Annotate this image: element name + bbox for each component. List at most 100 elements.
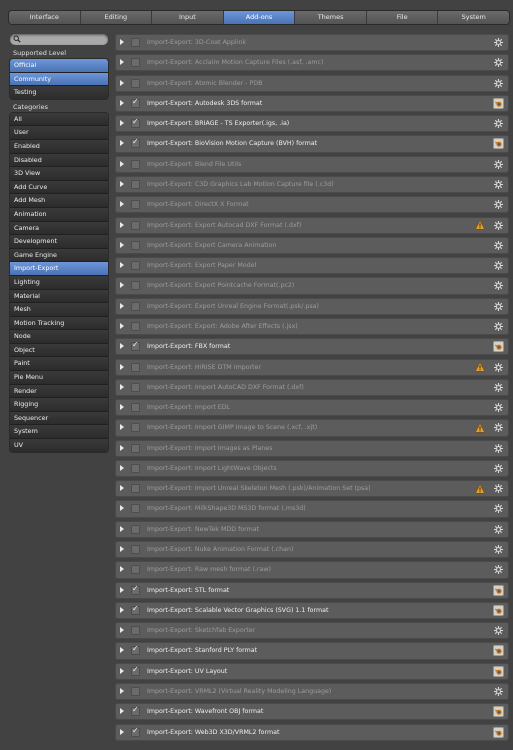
category-all[interactable]: All (10, 112, 108, 127)
enable-checkbox[interactable] (131, 200, 140, 210)
expand-triangle-icon[interactable] (120, 404, 124, 411)
category-development[interactable]: Development (10, 235, 108, 249)
expand-triangle-icon[interactable] (120, 99, 124, 106)
expand-triangle-icon[interactable] (120, 546, 124, 553)
enable-checkbox[interactable] (131, 687, 140, 696)
enable-checkbox[interactable] (131, 281, 140, 291)
enable-checkbox[interactable] (131, 443, 140, 453)
enable-checkbox[interactable] (131, 626, 140, 636)
category-add-mesh[interactable]: Add Mesh (10, 194, 108, 208)
expand-triangle-icon[interactable] (120, 464, 124, 471)
category-sequencer[interactable]: Sequencer (10, 411, 108, 426)
expand-triangle-icon[interactable] (120, 505, 124, 512)
enable-checkbox[interactable]: ✓ (131, 584, 140, 595)
category-object[interactable]: Object (10, 343, 108, 358)
enable-checkbox[interactable] (131, 423, 140, 433)
enable-checkbox[interactable] (131, 362, 140, 372)
expand-triangle-icon[interactable] (120, 728, 124, 735)
expand-triangle-icon[interactable] (120, 485, 124, 492)
enable-checkbox[interactable] (131, 463, 140, 473)
expand-triangle-icon[interactable] (120, 586, 124, 593)
enable-checkbox[interactable] (131, 58, 140, 68)
expand-triangle-icon[interactable] (120, 606, 124, 613)
enable-checkbox[interactable] (131, 382, 140, 392)
expand-triangle-icon[interactable] (120, 708, 124, 715)
enable-checkbox[interactable] (131, 504, 140, 514)
category-disabled[interactable]: Disabled (10, 153, 108, 168)
category-system[interactable]: System (10, 425, 108, 440)
expand-triangle-icon[interactable] (120, 221, 124, 228)
category-uv[interactable]: UV (10, 439, 108, 452)
expand-triangle-icon[interactable] (120, 667, 124, 674)
enable-checkbox[interactable] (131, 301, 140, 311)
category-material[interactable]: Material (10, 289, 108, 304)
tab-file[interactable]: File (366, 11, 439, 24)
expand-triangle-icon[interactable] (120, 566, 124, 573)
enable-checkbox[interactable] (131, 524, 140, 534)
enable-checkbox[interactable] (131, 261, 140, 271)
category-paint[interactable]: Paint (10, 357, 108, 372)
expand-triangle-icon[interactable] (120, 120, 124, 127)
supported-level-official[interactable]: Official (10, 59, 108, 73)
tab-input[interactable]: Input (152, 11, 224, 24)
expand-triangle-icon[interactable] (120, 79, 124, 86)
enable-checkbox[interactable] (131, 403, 140, 413)
category-camera[interactable]: Camera (10, 221, 108, 236)
category-rigging[interactable]: Rigging (10, 398, 108, 412)
tab-themes[interactable]: Themes (295, 11, 367, 24)
enable-checkbox[interactable]: ✓ (131, 117, 140, 129)
category-mesh[interactable]: Mesh (10, 303, 108, 317)
enable-checkbox[interactable]: ✓ (131, 604, 140, 615)
expand-triangle-icon[interactable] (120, 444, 124, 451)
expand-triangle-icon[interactable] (120, 525, 124, 532)
category-add-curve[interactable]: Add Curve (10, 180, 108, 195)
expand-triangle-icon[interactable] (120, 39, 124, 45)
expand-triangle-icon[interactable] (120, 343, 124, 350)
enable-checkbox[interactable] (131, 321, 140, 331)
enable-checkbox[interactable]: ✓ (131, 137, 140, 149)
enable-checkbox[interactable] (131, 159, 140, 169)
expand-triangle-icon[interactable] (120, 627, 124, 634)
expand-triangle-icon[interactable] (120, 160, 124, 167)
tab-interface[interactable]: Interface (9, 11, 81, 24)
category-import-export[interactable]: Import-Export (10, 262, 108, 276)
category-game-engine[interactable]: Game Engine (10, 248, 108, 263)
category-user[interactable]: User (10, 126, 108, 140)
expand-triangle-icon[interactable] (120, 688, 124, 694)
expand-triangle-icon[interactable] (120, 383, 124, 390)
tab-add-ons[interactable]: Add-ons (223, 11, 296, 24)
enable-checkbox[interactable] (131, 78, 140, 88)
enable-checkbox[interactable]: ✓ (131, 726, 140, 737)
enable-checkbox[interactable]: ✓ (131, 705, 140, 717)
expand-triangle-icon[interactable] (120, 363, 124, 370)
category-node[interactable]: Node (10, 330, 108, 344)
enable-checkbox[interactable] (131, 38, 140, 47)
expand-triangle-icon[interactable] (120, 322, 124, 329)
expand-triangle-icon[interactable] (120, 424, 124, 431)
category-3d-view[interactable]: 3D View (10, 167, 108, 181)
expand-triangle-icon[interactable] (120, 262, 124, 269)
expand-triangle-icon[interactable] (120, 180, 124, 187)
expand-triangle-icon[interactable] (120, 302, 124, 309)
expand-triangle-icon[interactable] (120, 241, 124, 248)
expand-triangle-icon[interactable] (120, 647, 124, 654)
enable-checkbox[interactable]: ✓ (131, 340, 140, 352)
supported-level-testing[interactable]: Testing (10, 86, 108, 99)
enable-checkbox[interactable] (131, 220, 140, 230)
enable-checkbox[interactable]: ✓ (131, 644, 140, 656)
enable-checkbox[interactable] (131, 484, 140, 494)
category-pie-menu[interactable]: Pie Menu (10, 371, 108, 385)
enable-checkbox[interactable] (131, 545, 140, 555)
category-lighting[interactable]: Lighting (10, 275, 108, 290)
category-motion-tracking[interactable]: Motion Tracking (10, 316, 108, 331)
category-enabled[interactable]: Enabled (10, 139, 108, 154)
supported-level-community[interactable]: Community (10, 72, 108, 87)
category-animation[interactable]: Animation (10, 207, 108, 222)
expand-triangle-icon[interactable] (120, 201, 124, 208)
enable-checkbox[interactable]: ✓ (131, 665, 140, 676)
tab-system[interactable]: System (438, 11, 509, 24)
category-render[interactable]: Render (10, 384, 108, 399)
expand-triangle-icon[interactable] (120, 282, 124, 289)
search-input[interactable] (10, 34, 108, 45)
enable-checkbox[interactable] (131, 565, 140, 575)
